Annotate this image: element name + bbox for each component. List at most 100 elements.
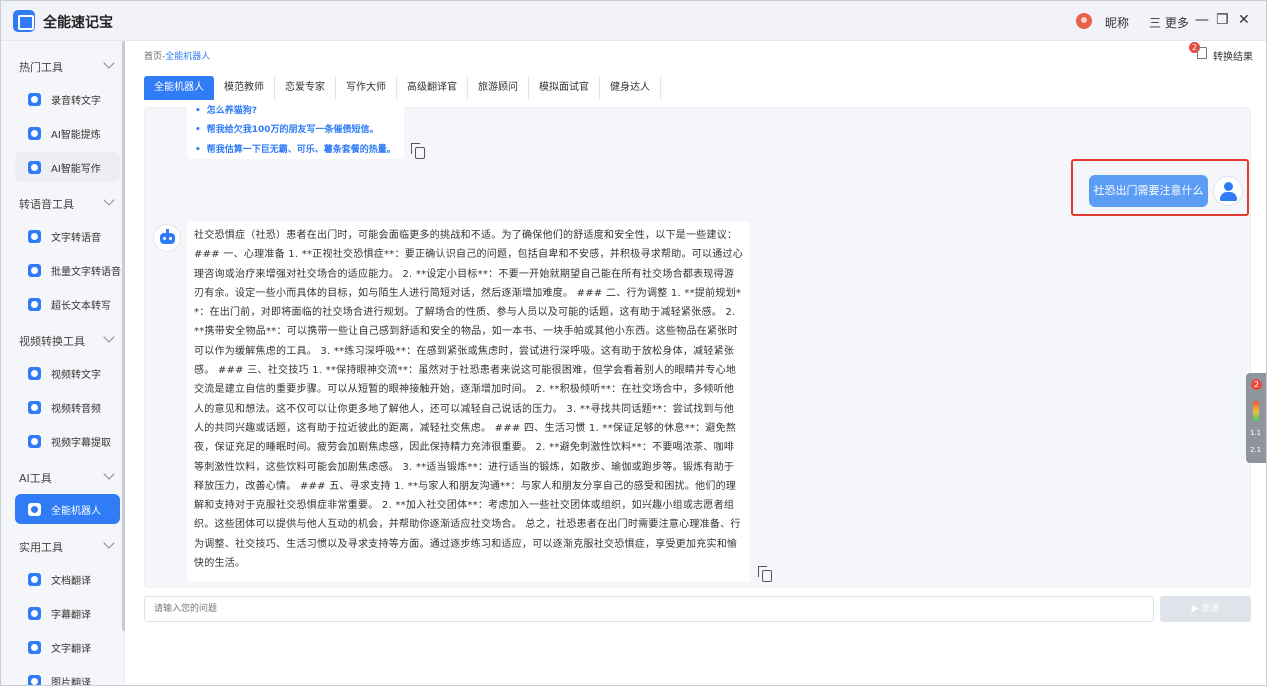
tab-love-expert[interactable]: 恋爱专家 bbox=[275, 76, 336, 100]
question-input-box bbox=[144, 596, 1154, 622]
close-button[interactable]: ✕ bbox=[1238, 11, 1250, 29]
sidebar-item-batch-tts[interactable]: 批量文字转语音 bbox=[15, 255, 121, 285]
sidebar-item-label: 图片翻译 bbox=[51, 678, 91, 686]
subtitle-icon bbox=[28, 435, 41, 448]
suggestion-item[interactable]: 怎么养猫狗? bbox=[195, 103, 257, 116]
sidebar-item-label: 字幕翻译 bbox=[51, 610, 91, 621]
restore-button[interactable]: ❐ bbox=[1216, 11, 1229, 29]
stat-value: 1.1 bbox=[1250, 429, 1262, 437]
notification-badge: 2 bbox=[1251, 379, 1262, 390]
user-message-bubble: 社恐出门需要注意什么 bbox=[1089, 175, 1208, 207]
app-logo-icon bbox=[13, 10, 35, 32]
sidebar-item-text-translate[interactable]: 文字翻译 bbox=[15, 632, 120, 662]
robot-icon bbox=[28, 503, 41, 516]
speech-icon bbox=[28, 230, 41, 243]
sidebar-item-doc-translate[interactable]: 文档翻译 bbox=[15, 564, 120, 594]
long-text-icon bbox=[28, 298, 41, 311]
robot-head-icon bbox=[160, 233, 175, 244]
app-window: 全能速记宝 昵称 三 更多 — ❐ ✕ 热门工具 录音转文字 AI智能提炼 AI… bbox=[0, 0, 1267, 686]
breadcrumb-current: 全能机器人 bbox=[165, 52, 211, 62]
title-bar: 全能速记宝 昵称 三 更多 — ❐ ✕ bbox=[1, 1, 1266, 41]
chevron-down-icon[interactable] bbox=[103, 57, 115, 69]
breadcrumb-home[interactable]: 首页 bbox=[144, 52, 162, 62]
suggestion-item[interactable]: 帮我给欠我100万的朋友写一条催债短信。 bbox=[195, 122, 379, 135]
sidebar-item-label: 视频字幕提取 bbox=[51, 438, 111, 449]
sidebar: 热门工具 录音转文字 AI智能提炼 AI智能写作 转语音工具 文字转语音 批量文… bbox=[1, 41, 125, 686]
sidebar-item-video-to-text[interactable]: 视频转文字 bbox=[15, 358, 120, 388]
ai-extract-icon bbox=[28, 127, 41, 140]
breadcrumb: 首页-全能机器人 bbox=[144, 49, 210, 62]
sidebar-group-tts[interactable]: 转语音工具 bbox=[19, 196, 74, 212]
document-icon bbox=[28, 573, 41, 586]
sidebar-item-label: 视频转文字 bbox=[51, 370, 101, 381]
video-audio-icon bbox=[28, 401, 41, 414]
audio-icon bbox=[28, 93, 41, 106]
status-bars-icon bbox=[1253, 401, 1259, 421]
tab-travel-advisor[interactable]: 旅游顾问 bbox=[468, 76, 529, 100]
sidebar-item-ai-extract[interactable]: AI智能提炼 bbox=[15, 118, 120, 148]
sidebar-item-subtitle-translate[interactable]: 字幕翻译 bbox=[15, 598, 120, 628]
user-avatar-icon[interactable] bbox=[1076, 13, 1092, 29]
sidebar-item-subtitle-extract[interactable]: 视频字幕提取 bbox=[15, 426, 120, 456]
sidebar-item-label: AI智能提炼 bbox=[51, 130, 101, 141]
tab-fitness-expert[interactable]: 健身达人 bbox=[600, 76, 661, 100]
tab-all-purpose-robot[interactable]: 全能机器人 bbox=[144, 76, 214, 100]
bot-avatar-icon bbox=[153, 224, 181, 252]
sidebar-item-text-to-speech[interactable]: 文字转语音 bbox=[15, 221, 120, 251]
translate-icon bbox=[28, 641, 41, 654]
copy-icon[interactable] bbox=[758, 566, 772, 582]
sidebar-item-label: 文字转语音 bbox=[51, 233, 101, 244]
more-menu-button[interactable]: 三 更多 bbox=[1149, 14, 1189, 31]
chevron-down-icon[interactable] bbox=[103, 331, 115, 343]
user-avatar-icon bbox=[1213, 176, 1243, 206]
sidebar-item-image-translate[interactable]: 图片翻译 bbox=[15, 666, 120, 686]
sidebar-item-label: 文档翻译 bbox=[51, 576, 91, 587]
sidebar-item-label: 视频转音频 bbox=[51, 404, 101, 415]
suggestions-card: 怎么养猫狗? 帮我给欠我100万的朋友写一条催债短信。 帮我估算一下巨无霸、可乐… bbox=[187, 106, 404, 159]
copy-icon[interactable] bbox=[411, 143, 425, 159]
send-button[interactable]: ▶ 发送 bbox=[1160, 596, 1251, 622]
tab-writing-master[interactable]: 写作大师 bbox=[336, 76, 397, 100]
sidebar-item-label: 录音转文字 bbox=[51, 96, 101, 107]
question-input[interactable] bbox=[145, 597, 1153, 621]
sidebar-item-long-text[interactable]: 超长文本转写 bbox=[15, 289, 120, 319]
app-title: 全能速记宝 bbox=[43, 15, 113, 31]
assistant-tabs: 全能机器人 模范教师 恋爱专家 写作大师 高级翻译官 旅游顾问 模拟面试官 健身… bbox=[144, 76, 661, 100]
sidebar-group-video[interactable]: 视频转换工具 bbox=[19, 333, 85, 349]
convert-results-label: 转换结果 bbox=[1213, 52, 1253, 63]
sidebar-item-label: 批量文字转语音 bbox=[51, 267, 121, 278]
sidebar-item-label: 超长文本转写 bbox=[51, 301, 111, 312]
floating-toolbar[interactable]: 2 1.1 2.1 bbox=[1246, 373, 1266, 463]
tab-senior-translator[interactable]: 高级翻译官 bbox=[397, 76, 468, 100]
image-icon bbox=[28, 675, 41, 685]
chevron-down-icon[interactable] bbox=[103, 194, 115, 206]
person-body-icon bbox=[1220, 192, 1237, 201]
stat-value: 2.1 bbox=[1250, 446, 1262, 454]
video-icon bbox=[28, 367, 41, 380]
sidebar-item-label: AI智能写作 bbox=[51, 164, 101, 175]
bot-message-text: 社交恐惧症（社恐）患者在出门时，可能会面临更多的挑战和不适。为了确保他们的舒适度… bbox=[194, 230, 743, 570]
bot-message-bubble: 社交恐惧症（社恐）患者在出门时，可能会面临更多的挑战和不适。为了确保他们的舒适度… bbox=[187, 222, 750, 582]
chevron-down-icon[interactable] bbox=[103, 537, 115, 549]
person-head-icon bbox=[1224, 182, 1233, 191]
batch-speech-icon bbox=[28, 264, 41, 277]
sidebar-item-ai-writing[interactable]: AI智能写作 bbox=[15, 152, 120, 182]
document-icon bbox=[1197, 47, 1207, 59]
sidebar-item-video-to-audio[interactable]: 视频转音频 bbox=[15, 392, 120, 422]
sidebar-item-all-purpose-robot[interactable]: 全能机器人 bbox=[15, 494, 120, 524]
subtitle-translate-icon bbox=[28, 607, 41, 620]
tab-mock-interviewer[interactable]: 模拟面试官 bbox=[529, 76, 600, 100]
minimize-button[interactable]: — bbox=[1195, 11, 1209, 29]
sidebar-item-label: 全能机器人 bbox=[51, 506, 101, 517]
sidebar-scrollbar[interactable] bbox=[122, 41, 125, 631]
tab-model-teacher[interactable]: 模范教师 bbox=[214, 76, 275, 100]
convert-results-button[interactable]: 2 转换结果 bbox=[1189, 42, 1257, 64]
suggestion-item[interactable]: 帮我估算一下巨无霸、可乐、薯条套餐的热量。 bbox=[195, 142, 396, 155]
sidebar-group-utility[interactable]: 实用工具 bbox=[19, 539, 63, 555]
nickname-link[interactable]: 昵称 bbox=[1105, 14, 1129, 31]
pen-icon bbox=[28, 161, 41, 174]
sidebar-group-ai-tools[interactable]: AI工具 bbox=[19, 470, 52, 486]
chevron-down-icon[interactable] bbox=[103, 468, 115, 480]
sidebar-item-audio-to-text[interactable]: 录音转文字 bbox=[15, 84, 120, 114]
sidebar-group-hot-tools[interactable]: 热门工具 bbox=[19, 59, 63, 75]
